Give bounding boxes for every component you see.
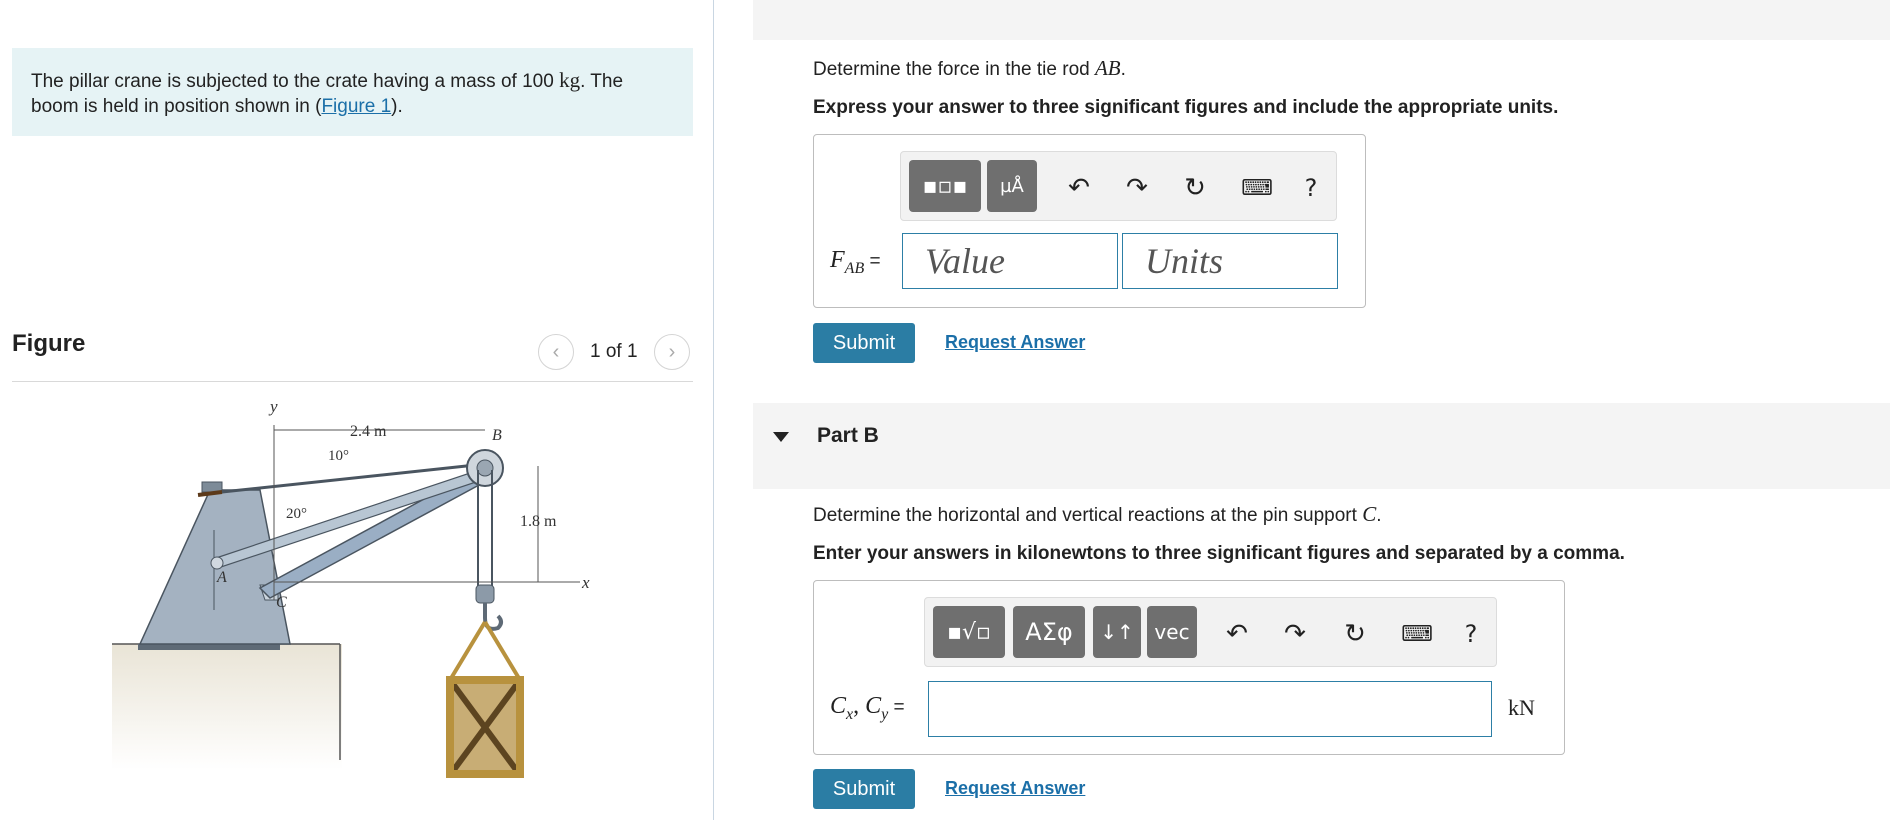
part-b-variable-label: Cx, Cy = (830, 693, 905, 724)
greek-symbols-button[interactable]: ΑΣφ (1013, 606, 1085, 658)
part-b-question-text: Determine the horizontal and vertical re… (813, 505, 1363, 526)
var-f: F (830, 247, 845, 273)
equals-sign: = (864, 251, 881, 272)
reactions-input[interactable] (928, 681, 1492, 737)
angle-boom-label: 20° (286, 506, 307, 522)
arrows-button[interactable]: ↓↑ (1093, 606, 1141, 658)
part-a-question-text: Determine the force in the tie rod (813, 59, 1095, 80)
var-c-2: C (865, 693, 882, 719)
part-b-question: Determine the horizontal and vertical re… (813, 502, 1382, 527)
prev-figure-button[interactable]: ‹ (538, 334, 574, 370)
part-b-toolbar: ▪√▫ ΑΣφ ↓↑ vec ↶ ↷ ↻ ⌨ ? (924, 597, 1497, 667)
point-a-label: A (216, 569, 227, 586)
figure-title: Figure (12, 330, 86, 357)
figure-link[interactable]: Figure 1 (321, 96, 391, 117)
left-panel: The pillar crane is subjected to the cra… (0, 0, 713, 820)
redo-icon[interactable]: ↷ (1119, 170, 1155, 206)
part-b-answer-box: ▪√▫ ΑΣφ ↓↑ vec ↶ ↷ ↻ ⌨ ? Cx, Cy = kN (813, 580, 1565, 755)
value-input[interactable]: Value (902, 233, 1118, 289)
point-c-label: C (276, 594, 287, 611)
part-a-question-var: AB (1094, 56, 1121, 80)
chevron-right-icon: › (668, 340, 676, 363)
dim-vertical: 1.8 m (520, 513, 557, 530)
problem-text-3: ). (391, 96, 403, 117)
reset-icon[interactable]: ↻ (1337, 616, 1373, 652)
reset-icon[interactable]: ↻ (1177, 170, 1213, 206)
panel-divider (713, 0, 714, 820)
undo-icon[interactable]: ↶ (1061, 170, 1097, 206)
angle-tie-label: 10° (328, 448, 349, 464)
part-a-answer-box: ▪▫▪ µÅ ↶ ↷ ↻ ⌨ ? FAB = Value Units (813, 134, 1366, 308)
undo-icon[interactable]: ↶ (1219, 616, 1255, 652)
part-b-submit-button[interactable]: Submit (813, 769, 915, 809)
help-icon[interactable]: ? (1293, 170, 1329, 206)
x-axis-label: x (581, 573, 590, 592)
part-a-instruction: Express your answer to three significant… (813, 97, 1559, 118)
part-b-title[interactable]: Part B (817, 424, 879, 448)
units-button[interactable]: µÅ (987, 160, 1037, 212)
ground (112, 644, 342, 770)
right-panel: Determine the force in the tie rod AB. E… (753, 0, 1890, 820)
part-b-header-band (753, 403, 1890, 489)
chevron-left-icon: ‹ (552, 340, 560, 363)
part-a-toolbar: ▪▫▪ µÅ ↶ ↷ ↻ ⌨ ? (900, 151, 1337, 221)
part-a-submit-button[interactable]: Submit (813, 323, 915, 363)
part-a-header-band (753, 0, 1890, 40)
caret-down-icon[interactable] (773, 432, 789, 442)
var-separator: , (853, 693, 866, 719)
part-a-request-answer-link[interactable]: Request Answer (945, 332, 1085, 353)
vec-icon: vec (1154, 620, 1190, 644)
keyboard-icon[interactable]: ⌨ (1239, 170, 1275, 206)
figure-divider (12, 381, 693, 382)
arrows-updown-icon: ↓↑ (1100, 620, 1134, 644)
crane-diagram: y x 2.4 m 1.8 m 10° 20° A B C (112, 397, 590, 778)
y-axis-label: y (268, 397, 278, 416)
point-b-label: B (492, 427, 502, 444)
part-b-question-var: C (1362, 502, 1377, 526)
figure-counter: 1 of 1 (590, 341, 638, 362)
sqrt-template-icon: ▪√▫ (947, 619, 991, 645)
templates-sqrt-button[interactable]: ▪√▫ (933, 606, 1005, 658)
part-b-request-answer-link[interactable]: Request Answer (945, 778, 1085, 799)
part-b-instruction: Enter your answers in kilonewtons to thr… (813, 543, 1625, 564)
var-c: C (830, 693, 847, 719)
part-b-question-end: . (1376, 505, 1382, 526)
dim-horizontal: 2.4 m (350, 423, 387, 440)
templates-button[interactable]: ▪▫▪ (909, 160, 981, 212)
problem-text-1: The pillar crane is subjected to the cra… (31, 71, 560, 92)
templates-icon: ▪▫▪ (922, 173, 968, 199)
part-a-variable-label: FAB = (830, 247, 881, 278)
next-figure-button[interactable]: › (654, 334, 690, 370)
part-a-question-end: . (1120, 59, 1126, 80)
equals-sign: = (888, 697, 905, 718)
units-icon: µÅ (1000, 175, 1024, 197)
unit-label: kN (1508, 695, 1535, 720)
vector-button[interactable]: vec (1147, 606, 1197, 658)
mass-unit: kg (559, 68, 581, 92)
redo-icon[interactable]: ↷ (1277, 616, 1313, 652)
keyboard-icon[interactable]: ⌨ (1399, 616, 1435, 652)
greek-icon: ΑΣφ (1025, 618, 1073, 646)
problem-statement: The pillar crane is subjected to the cra… (12, 48, 693, 136)
part-a-question: Determine the force in the tie rod AB. (813, 56, 1126, 81)
units-input[interactable]: Units (1122, 233, 1338, 289)
var-sub-ab: AB (844, 259, 865, 277)
help-icon[interactable]: ? (1453, 616, 1489, 652)
